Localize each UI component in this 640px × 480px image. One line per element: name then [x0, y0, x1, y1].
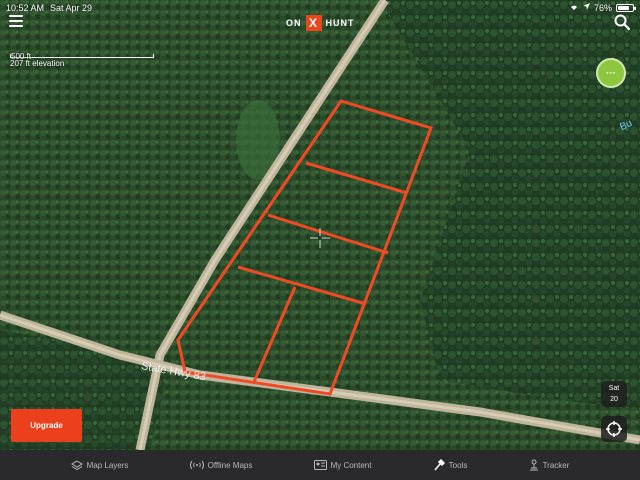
- logo-mark: X: [305, 15, 322, 31]
- scale-distance: 500 ft: [11, 52, 32, 61]
- search-icon[interactable]: [614, 14, 631, 31]
- elevation-readout: 207 ft elevation: [10, 59, 65, 68]
- upgrade-button[interactable]: Upgrade: [11, 409, 82, 442]
- bottom-tab-bar: Map Layers Offline Maps My Content Tools…: [0, 450, 640, 480]
- tab-map-layers[interactable]: Map Layers: [70, 459, 129, 471]
- location-icon: [582, 3, 590, 13]
- status-date: Sat Apr 29: [50, 3, 93, 13]
- battery-icon: [616, 4, 636, 12]
- tab-label: Map Layers: [86, 460, 129, 470]
- tab-tools[interactable]: Tools: [433, 459, 468, 471]
- scale-bar: [10, 54, 154, 58]
- logo-hunt: HUNT: [325, 18, 355, 28]
- map-layers-icon: [70, 459, 83, 470]
- offline-maps-icon: [189, 460, 204, 470]
- more-options-button[interactable]: ···: [596, 58, 626, 88]
- tab-label: Tools: [448, 460, 468, 470]
- locate-button[interactable]: [601, 416, 627, 442]
- battery-fill: [618, 6, 629, 10]
- hamburger-menu-icon[interactable]: [9, 15, 23, 27]
- compass-icon: [606, 421, 622, 437]
- status-time: 10:52 AM: [6, 3, 45, 13]
- map-scale: 500 ft 207 ft elevation: [10, 52, 156, 68]
- tab-label: Offline Maps: [207, 460, 253, 470]
- zoom-level: 20: [610, 396, 618, 403]
- tab-my-content[interactable]: My Content: [313, 460, 372, 470]
- tracker-icon: [529, 459, 538, 471]
- onx-hunt-logo: ON X HUNT: [286, 14, 355, 32]
- tab-tracker[interactable]: Tracker: [529, 459, 570, 471]
- layer-type: Sat: [608, 385, 620, 392]
- tab-label: My Content: [330, 460, 372, 470]
- tab-offline-maps[interactable]: Offline Maps: [189, 460, 253, 470]
- wifi-icon: [569, 3, 579, 13]
- tools-icon: [434, 459, 445, 471]
- tab-label: Tracker: [542, 460, 570, 470]
- my-content-icon: [313, 460, 327, 470]
- logo-on: ON: [286, 18, 302, 28]
- basemap-layer-button[interactable]: Sat 20: [601, 381, 627, 407]
- battery-percent: 76%: [593, 3, 612, 13]
